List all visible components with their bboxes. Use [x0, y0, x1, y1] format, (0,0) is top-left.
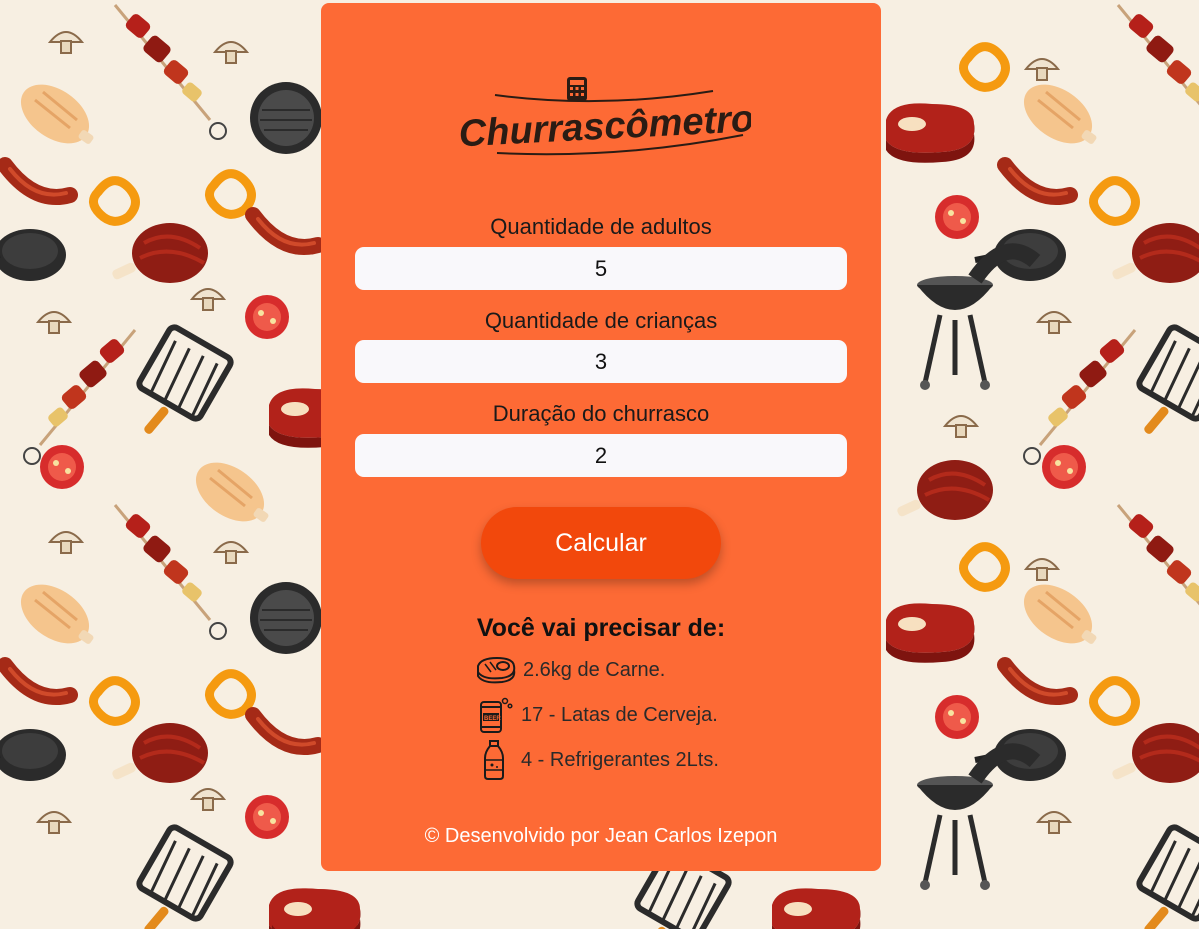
result-item-beer: BEER 17 - Latas de Cerveja. [475, 695, 718, 735]
duration-input[interactable] [355, 434, 847, 477]
results-title: Você vai precisar de: [476, 614, 726, 642]
duration-label: Duração do churrasco [492, 401, 710, 426]
result-item-soda: 4 - Refrigerantes 2Lts. [475, 740, 719, 780]
soda-amount: 4 - Refrigerantes 2Lts. [521, 748, 719, 771]
result-item-meat: 2.6kg de Carne. [475, 650, 665, 690]
adults-input[interactable] [355, 247, 847, 290]
calculator-icon [567, 77, 587, 101]
soda-bottle-icon [484, 740, 504, 780]
beer-can-icon: BEER [480, 697, 513, 733]
calculate-button[interactable]: Calcular [481, 507, 721, 579]
footer-credit: © Desenvolvido por Jean Carlos Izepon [424, 825, 778, 847]
children-label: Quantidade de crianças [484, 308, 718, 333]
svg-text:BEER: BEER [484, 716, 501, 722]
adults-label: Quantidade de adultos [490, 214, 712, 239]
children-input[interactable] [355, 340, 847, 383]
calculator-card: Churrascômetro Quantidade de adultos Qua… [321, 3, 881, 871]
logo-text: Churrascômetro [458, 98, 751, 155]
meat-amount: 2.6kg de Carne. [523, 658, 666, 681]
beer-amount: 17 - Latas de Cerveja. [521, 703, 718, 726]
logo: Churrascômetro [458, 77, 751, 155]
meat-icon [477, 656, 516, 684]
